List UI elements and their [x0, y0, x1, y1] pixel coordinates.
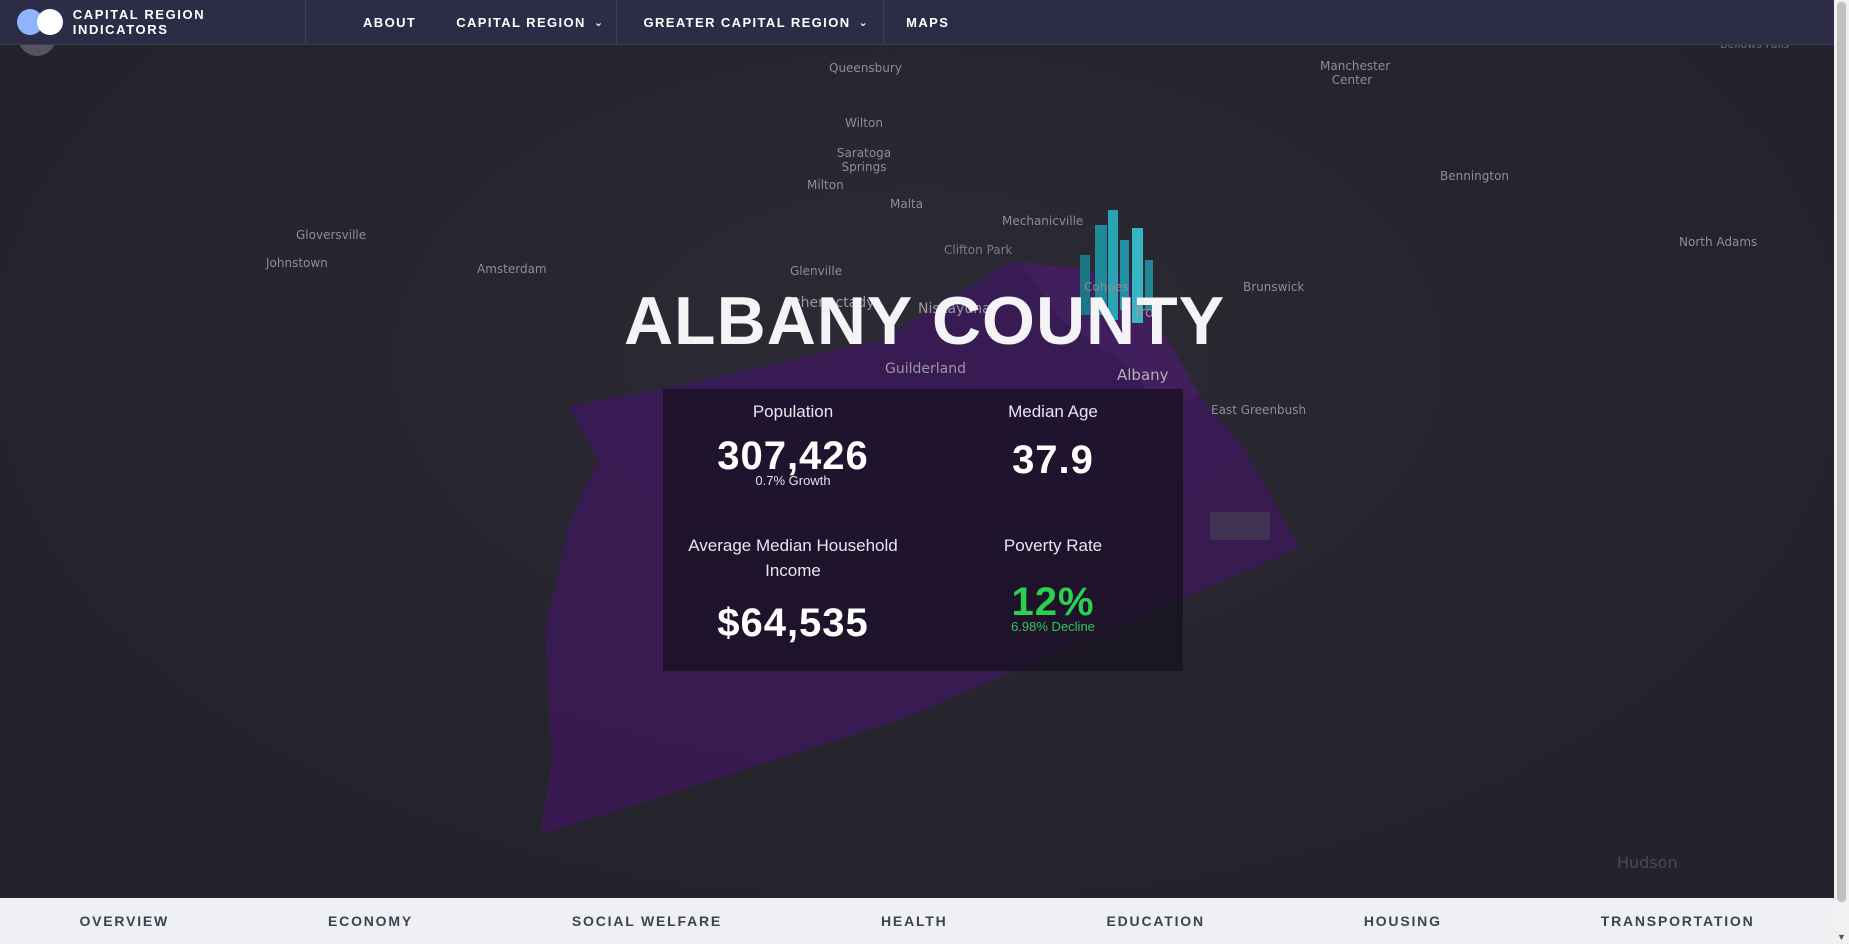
map-label-queensbury: Queensbury: [829, 61, 902, 75]
stat-poverty-rate: Poverty Rate 12% 6.98% Decline: [923, 533, 1183, 634]
brand[interactable]: CAPITAL REGION INDICATORS: [0, 0, 306, 44]
tab-social-welfare[interactable]: SOCIAL WELFARE: [572, 913, 722, 929]
map-label-east-greenbush: East Greenbush: [1211, 403, 1307, 417]
tab-health[interactable]: HEALTH: [881, 913, 948, 929]
map-label-mechanicville: Mechanicville: [1002, 214, 1084, 228]
map-label-north-adams: North Adams: [1679, 235, 1758, 249]
section-tabs: OVERVIEW ECONOMY SOCIAL WELFARE HEALTH E…: [0, 898, 1834, 944]
nav-about[interactable]: ABOUT: [363, 15, 416, 30]
page-scrollbar[interactable]: ▼: [1834, 0, 1849, 944]
nav-capital-region[interactable]: CAPITAL REGION ⌄: [456, 15, 604, 30]
map-label-milton: Milton: [807, 178, 844, 192]
tab-housing[interactable]: HOUSING: [1364, 913, 1442, 929]
map-label-clifton-park: Clifton Park: [944, 243, 1013, 257]
stat-label: Average Median Household Income: [688, 536, 898, 580]
stat-subtext: 6.98% Decline: [1011, 619, 1095, 634]
stat-value: $64,535: [717, 601, 869, 645]
top-navigation: CAPITAL REGION INDICATORS ABOUT CAPITAL …: [0, 0, 1834, 45]
map-label-guilderland: Guilderland: [885, 361, 966, 377]
logo-icon: [17, 9, 64, 35]
map-label-manchester-center: Manchester Center: [1320, 59, 1391, 87]
county-title: ALBANY COUNTY: [623, 283, 1226, 359]
stats-panel: Population 307,426 0.7% Growth Median Ag…: [663, 389, 1183, 671]
map-label-johnstown: Johnstown: [266, 256, 328, 270]
map-label-bennington: Bennington: [1440, 169, 1510, 183]
map-label-amsterdam: Amsterdam: [477, 262, 547, 276]
tab-economy[interactable]: ECONOMY: [328, 913, 413, 929]
tab-education[interactable]: EDUCATION: [1107, 913, 1205, 929]
stat-median-age: Median Age 37.9: [923, 399, 1183, 483]
tab-overview[interactable]: OVERVIEW: [79, 913, 169, 929]
nav-maps[interactable]: MAPS: [906, 15, 949, 30]
stat-label: Poverty Rate: [1003, 536, 1103, 555]
chevron-down-icon: ⌄: [858, 16, 870, 29]
stat-value: 37.9: [1012, 438, 1094, 482]
stat-population: Population 307,426 0.7% Growth: [663, 399, 923, 488]
brand-title: CAPITAL REGION INDICATORS: [72, 7, 206, 37]
tab-transportation[interactable]: TRANSPORTATION: [1601, 913, 1755, 929]
stat-label: Median Age: [1008, 402, 1098, 421]
map-label-saratoga-springs: Saratoga Springs: [836, 146, 892, 174]
stat-subtext: 0.7% Growth: [755, 473, 831, 488]
nav-capital-region-label: CAPITAL REGION: [456, 14, 586, 30]
stat-label: Population: [752, 402, 834, 421]
chevron-down-icon: ⌄: [593, 16, 605, 29]
map-label-hudson: Hudson: [1617, 853, 1678, 872]
map-label-gloversville: Gloversville: [296, 228, 367, 242]
nav-divider: [883, 0, 885, 44]
stat-income: Average Median Household Income $64,535: [663, 533, 923, 646]
nav-divider: [616, 0, 618, 44]
nav-greater-capital-region-label: GREATER CAPITAL REGION: [643, 14, 851, 30]
map-label-glenville: Glenville: [790, 264, 843, 278]
map-label-albany: Albany: [1117, 366, 1169, 384]
map-label-malta: Malta: [890, 197, 924, 211]
map-label-wilton: Wilton: [845, 116, 883, 130]
nav-greater-capital-region[interactable]: GREATER CAPITAL REGION ⌄: [643, 15, 869, 30]
scrollbar-thumb[interactable]: [1837, 2, 1846, 902]
scroll-down-icon[interactable]: ▼: [1837, 932, 1846, 942]
